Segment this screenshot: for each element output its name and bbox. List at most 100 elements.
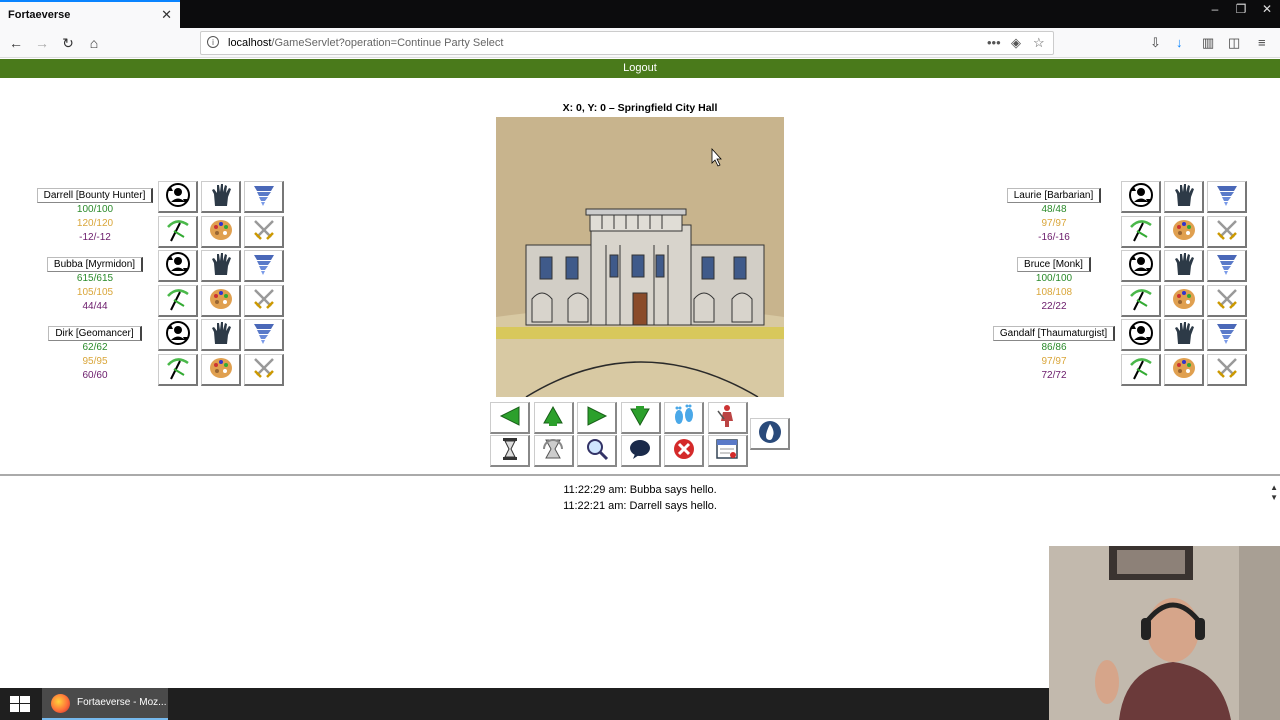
close-window-icon[interactable]: ✕	[1254, 0, 1280, 28]
pickaxe-button[interactable]	[1121, 285, 1161, 317]
magnifier-button[interactable]	[577, 435, 617, 467]
location-scene-image	[496, 117, 784, 397]
forward-icon[interactable]: →	[32, 34, 52, 52]
tornado-button[interactable]	[1207, 319, 1247, 351]
member-hp: 100/100	[76, 204, 114, 215]
tornado-button[interactable]	[244, 250, 284, 282]
glove-button[interactable]	[1164, 319, 1204, 351]
pickaxe-button[interactable]	[1121, 216, 1161, 248]
crossed-swords-icon	[1214, 355, 1240, 384]
palette-button[interactable]	[1164, 216, 1204, 248]
palette-icon	[208, 217, 234, 246]
fighter-button[interactable]	[707, 402, 748, 434]
pickaxe-icon	[1128, 286, 1154, 315]
crossed-swords-button[interactable]	[1207, 216, 1247, 248]
party-member-left-2: Bubba [Myrmidon] 615/615 105/105 44/44	[30, 257, 160, 314]
member-xp: 22/22	[1041, 301, 1067, 312]
member-actions-right-3	[1121, 319, 1247, 386]
palette-button[interactable]	[201, 285, 241, 317]
library-icon[interactable]: ▥	[1202, 35, 1214, 51]
swap-character-button[interactable]	[1121, 181, 1161, 213]
member-name-button[interactable]: Bubba [Myrmidon]	[46, 257, 144, 272]
party-member-right-3: Gandalf [Thaumaturgist] 86/86 97/97 72/7…	[989, 326, 1119, 383]
glove-button[interactable]	[1164, 250, 1204, 282]
tornado-icon	[251, 182, 277, 211]
footprints-button[interactable]	[664, 402, 704, 434]
tab-title: Fortaeverse	[8, 9, 71, 21]
pickaxe-button[interactable]	[158, 216, 198, 248]
arrow-right-button[interactable]	[577, 402, 617, 434]
palette-button[interactable]	[1164, 354, 1204, 386]
swap-character-button[interactable]	[158, 319, 198, 351]
message-scroll-arrows[interactable]: ▲ ▼	[1270, 483, 1278, 503]
flame-button[interactable]	[750, 418, 790, 450]
pickaxe-icon	[1128, 355, 1154, 384]
member-name-button[interactable]: Gandalf [Thaumaturgist]	[992, 326, 1116, 341]
tornado-button[interactable]	[244, 319, 284, 351]
windows-start-icon[interactable]	[10, 696, 30, 712]
home-icon[interactable]: ⌂	[84, 34, 104, 52]
calendar-button[interactable]	[707, 435, 748, 467]
info-icon[interactable]: i	[207, 36, 219, 48]
pickaxe-button[interactable]	[158, 285, 198, 317]
glove-button[interactable]	[201, 250, 241, 282]
swap-character-button[interactable]	[158, 181, 198, 213]
pickaxe-button[interactable]	[1121, 354, 1161, 386]
crossed-swords-button[interactable]	[244, 216, 284, 248]
swap-character-button[interactable]	[1121, 250, 1161, 282]
logout-link[interactable]: Logout	[623, 62, 657, 74]
arrow-up-button[interactable]	[533, 402, 574, 434]
palette-button[interactable]	[201, 216, 241, 248]
crossed-swords-button[interactable]	[244, 285, 284, 317]
logout-bar: Logout	[0, 59, 1280, 78]
member-actions-left-3	[158, 319, 284, 386]
download-icon[interactable]: ↓	[1176, 35, 1183, 50]
taskbar-firefox-app[interactable]: Fortaeverse - Moz...	[42, 688, 168, 720]
back-icon[interactable]: ←	[6, 34, 26, 52]
glove-button[interactable]	[201, 319, 241, 351]
palette-icon	[1171, 286, 1197, 315]
speech-button[interactable]	[620, 435, 661, 467]
restore-icon[interactable]: ❐	[1228, 0, 1254, 28]
tornado-button[interactable]	[1207, 181, 1247, 213]
member-sp: 120/120	[76, 218, 114, 229]
arrow-left-button[interactable]	[490, 402, 530, 434]
menu-icon[interactable]: ≡	[1258, 35, 1266, 50]
sidebar-icon[interactable]: ◫	[1228, 35, 1240, 51]
palette-button[interactable]	[201, 354, 241, 386]
hourglass-button[interactable]	[490, 435, 530, 467]
more-icon[interactable]: •••	[987, 35, 1001, 50]
save-icon[interactable]: ⇩	[1150, 35, 1161, 51]
crossed-swords-button[interactable]	[1207, 285, 1247, 317]
crossed-swords-button[interactable]	[1207, 354, 1247, 386]
member-name-button[interactable]: Bruce [Monk]	[1017, 257, 1091, 272]
reload-icon[interactable]: ↻	[58, 34, 78, 52]
member-name-button[interactable]: Laurie [Barbarian]	[1006, 188, 1102, 203]
tornado-button[interactable]	[244, 181, 284, 213]
swap-character-button[interactable]	[158, 250, 198, 282]
crossed-swords-icon	[251, 217, 277, 246]
taskbar-app-label: Fortaeverse - Moz...	[77, 697, 167, 708]
bookmark-star-icon[interactable]: ☆	[1033, 35, 1045, 51]
member-name-button[interactable]: Dirk [Geomancer]	[48, 326, 142, 341]
arrow-down-icon	[627, 403, 653, 432]
crossed-swords-button[interactable]	[244, 354, 284, 386]
swap-character-icon	[165, 251, 191, 280]
cancel-button[interactable]	[664, 435, 704, 467]
tab-close-icon[interactable]: ✕	[161, 7, 172, 23]
glove-button[interactable]	[1164, 181, 1204, 213]
palette-button[interactable]	[1164, 285, 1204, 317]
pocket-icon[interactable]: ◈	[1011, 35, 1021, 51]
magnifier-icon	[584, 436, 610, 465]
glove-button[interactable]	[201, 181, 241, 213]
arrow-down-button[interactable]	[620, 402, 661, 434]
swap-character-button[interactable]	[1121, 319, 1161, 351]
minimize-icon[interactable]: –	[1202, 0, 1228, 28]
member-name-button[interactable]: Darrell [Bounty Hunter]	[36, 188, 154, 203]
tornado-button[interactable]	[1207, 250, 1247, 282]
message-line: 11:22:21 am: Darrell says hello.	[563, 500, 717, 512]
rest-button[interactable]	[533, 435, 574, 467]
url-bar[interactable]: i localhost/GameServlet?operation=Contin…	[200, 31, 1054, 55]
browser-tab[interactable]: Fortaeverse ✕	[0, 0, 180, 28]
pickaxe-button[interactable]	[158, 354, 198, 386]
